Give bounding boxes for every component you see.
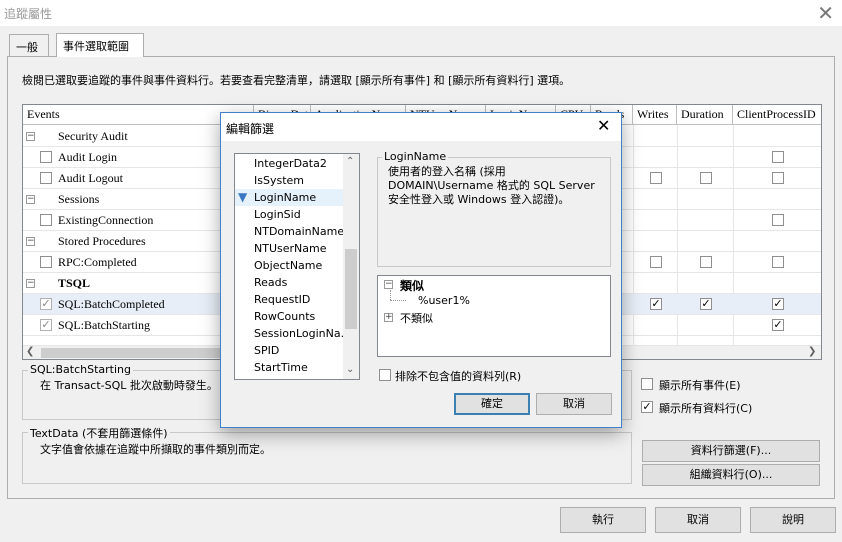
list-item[interactable]: RowCounts [235,308,343,325]
cancel-button[interactable]: 取消 [655,507,741,533]
condition-value-input[interactable]: %user1% [418,294,470,307]
list-item[interactable]: NTDomainName [235,223,344,240]
scroll-up-icon[interactable]: ⌃ [346,156,354,167]
tab-events-selection[interactable]: 事件選取範圍 [56,33,144,57]
event-checkbox[interactable] [40,151,52,163]
dialog-title: 編輯篩選 [226,122,275,136]
help-button[interactable]: 說明 [750,507,836,533]
show-all-events-label: 顯示所有事件(E) [659,379,741,392]
column-checkbox[interactable] [772,256,784,268]
list-item[interactable]: RequestID [235,291,343,308]
tree-line [390,290,391,300]
run-button[interactable]: 執行 [560,507,646,533]
scroll-left-icon[interactable]: ❮ [26,346,34,357]
event-label: SQL:BatchStarting [58,318,150,332]
column-header-clientprocessid[interactable]: ClientProcessID [733,105,821,125]
category-label: Stored Procedures [58,234,146,248]
column-checkbox[interactable] [650,256,662,268]
filter-column-list[interactable]: IntegerData2 IsSystem ▼ LoginName LoginS… [234,153,360,380]
description-text: 檢閱已選取要追蹤的事件與事件資料行。若要查看完整清單，請選取 [顯示所有事件] … [22,74,571,87]
event-checkbox[interactable] [40,172,52,184]
dialog-title-bar: 編輯篩選 ✕ [221,113,621,141]
column-checkbox[interactable] [700,172,712,184]
list-item-label: LoginName [254,191,317,204]
category-label: Security Audit [58,129,128,143]
event-label: SQL:BatchCompleted [58,297,165,311]
event-checkbox[interactable] [40,214,52,226]
list-item[interactable]: IsSystem [235,172,343,189]
condition-not-like[interactable]: 不類似 [400,310,433,326]
collapse-icon[interactable]: − [26,132,35,141]
event-description-legend: SQL:BatchStarting [28,363,133,376]
column-description-text: 文字值會依據在追蹤中所擷取的事件類別而定。 [40,443,271,456]
column-checkbox[interactable]: ✓ [650,298,662,310]
tab-general[interactable]: 一般 [9,34,49,56]
scrollbar-thumb[interactable] [41,348,241,358]
event-label: ExistingConnection [58,213,154,227]
event-label: RPC:Completed [58,255,137,269]
dialog-cancel-button[interactable]: 取消 [536,393,612,415]
list-item[interactable]: IntegerData2 [235,155,343,172]
column-checkbox[interactable]: ✓ [772,319,784,331]
column-checkbox[interactable] [772,172,784,184]
filter-condition-tree[interactable]: − 類似 %user1% + 不類似 [377,275,611,357]
tab-general-label: 一般 [16,41,38,54]
filter-icon: ▼ [238,190,248,204]
list-item[interactable]: StartTime [235,359,343,376]
vertical-scrollbar[interactable]: ⌃ ⌄ [343,154,359,379]
column-info-text: 使用者的登入名稱 (採用 DOMAIN\Username 格式的 SQL Ser… [388,165,595,206]
event-label: Audit Login [58,150,117,164]
expand-icon[interactable]: + [384,313,393,322]
event-checkbox[interactable]: ✓ [40,319,52,331]
scroll-right-icon[interactable]: ❯ [808,346,816,357]
list-item[interactable]: SessionLoginNa... [235,325,351,342]
collapse-icon[interactable]: − [26,195,35,204]
collapse-icon[interactable]: − [26,237,35,246]
event-checkbox[interactable]: ✓ [40,298,52,310]
column-filters-button[interactable]: 資料行篩選(F)... [642,440,820,462]
column-header-duration[interactable]: Duration [677,105,733,125]
column-checkbox[interactable] [700,256,712,268]
list-item[interactable]: Reads [235,274,343,291]
column-info-legend: LoginName [382,150,449,163]
title-bar: 追蹤屬性 ✕ [0,0,842,26]
category-label: Sessions [58,192,100,206]
list-item[interactable]: SPID [235,342,343,359]
event-description-text: 在 Transact-SQL 批次啟動時發生。 [40,379,218,392]
event-label: Audit Logout [58,171,123,185]
exclude-rows-label: 排除不包含值的資料列(R) [395,370,522,383]
organize-columns-button[interactable]: 組織資料行(O)... [642,464,820,486]
edit-filter-dialog: 編輯篩選 ✕ IntegerData2 IsSystem ▼ LoginName… [220,112,622,428]
tab-events-selection-label: 事件選取範圍 [63,40,129,53]
show-all-columns-label: 顯示所有資料行(C) [659,402,753,415]
column-checkbox[interactable]: ✓ [772,298,784,310]
scrollbar-thumb[interactable] [345,249,357,329]
window-title: 追蹤屬性 [4,7,53,21]
dialog-close-icon[interactable]: ✕ [597,116,610,135]
show-all-events-checkbox[interactable] [641,378,653,390]
ok-button[interactable]: 確定 [454,393,530,415]
list-item[interactable]: LoginSid [235,206,343,223]
column-checkbox[interactable] [650,172,662,184]
list-item[interactable]: ObjectName [235,257,343,274]
column-checkbox[interactable]: ✓ [700,298,712,310]
collapse-icon[interactable]: − [26,279,35,288]
collapse-icon[interactable]: − [384,280,393,289]
event-checkbox[interactable] [40,256,52,268]
list-item[interactable]: NTUserName [235,240,343,257]
show-all-columns-checkbox[interactable]: ✓ [641,401,653,413]
column-description-legend: TextData (不套用篩選條件) [28,425,170,441]
condition-like[interactable]: 類似 [400,277,424,294]
column-checkbox[interactable] [772,214,784,226]
exclude-rows-checkbox[interactable] [379,369,391,381]
close-icon[interactable]: ✕ [817,1,834,25]
category-label: TSQL [58,276,91,290]
column-checkbox[interactable] [772,151,784,163]
column-header-writes[interactable]: Writes [633,105,677,125]
tree-line [390,300,406,301]
scroll-down-icon[interactable]: ⌄ [346,364,354,375]
list-item-selected[interactable]: ▼ LoginName [235,189,343,206]
